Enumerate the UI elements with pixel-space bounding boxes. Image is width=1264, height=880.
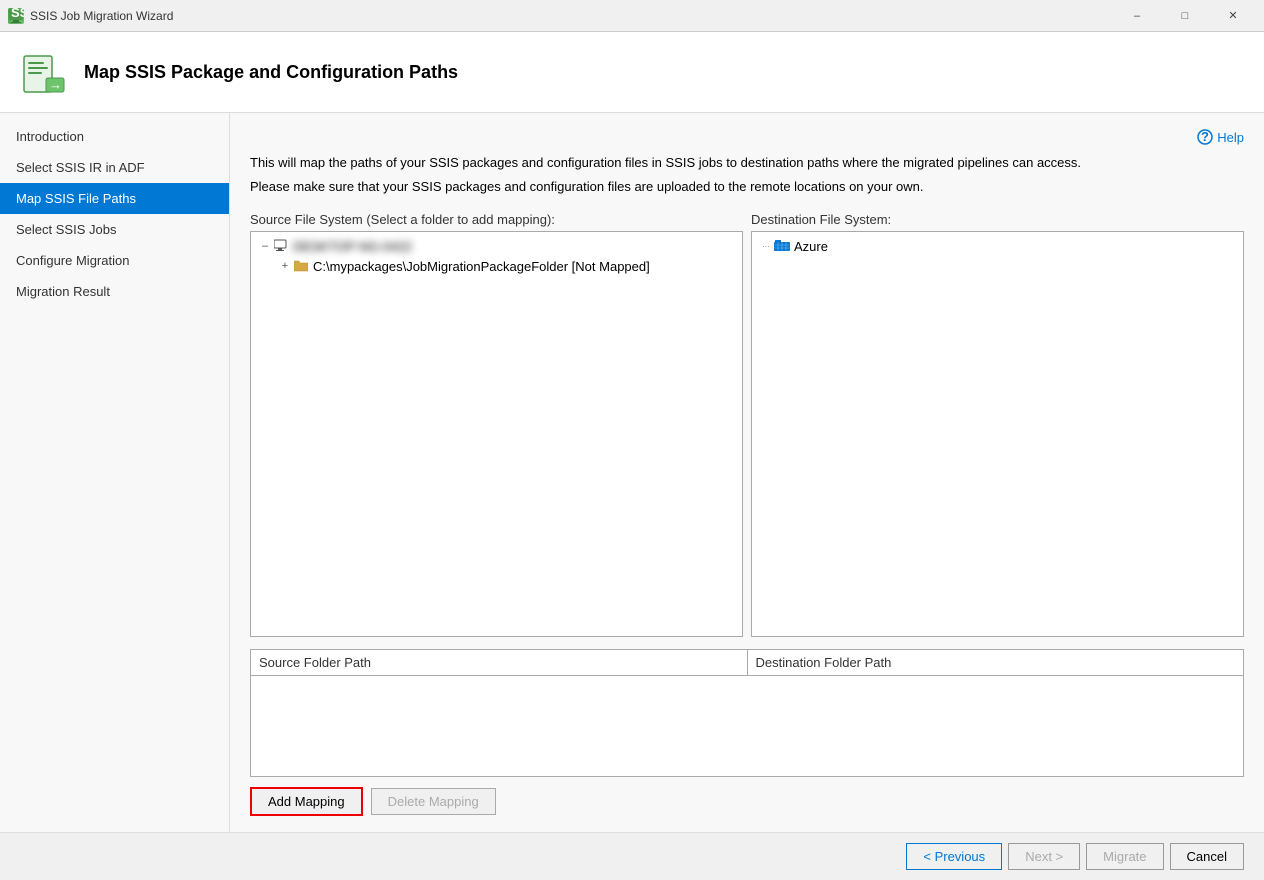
- dest-root-toggle[interactable]: ···: [758, 242, 774, 251]
- source-panel-label: Source File System (Select a folder to a…: [250, 212, 743, 227]
- delete-mapping-button[interactable]: Delete Mapping: [371, 788, 496, 815]
- title-bar: SSIS SSIS Job Migration Wizard – □ ✕: [0, 0, 1264, 32]
- mapping-buttons-row: Add Mapping Delete Mapping: [250, 787, 1244, 816]
- help-link[interactable]: ? Help: [1197, 129, 1244, 145]
- source-panel: Source File System (Select a folder to a…: [250, 212, 743, 637]
- mapping-table-body[interactable]: [251, 676, 1243, 776]
- migrate-button[interactable]: Migrate: [1086, 843, 1163, 870]
- destination-tree[interactable]: ···: [751, 231, 1244, 637]
- main-content: ? Help This will map the paths of your S…: [230, 113, 1264, 832]
- sidebar-item-map-ssis-file-paths[interactable]: Map SSIS File Paths: [0, 183, 229, 214]
- computer-icon: [273, 238, 289, 254]
- sidebar-item-select-ssis-jobs[interactable]: Select SSIS Jobs: [0, 214, 229, 245]
- minimize-button[interactable]: –: [1114, 0, 1160, 32]
- footer: < Previous Next > Migrate Cancel: [0, 832, 1264, 880]
- description-line2: Please make sure that your SSIS packages…: [250, 177, 1244, 197]
- source-tree-root[interactable]: – DESKTOP-NG-0422: [255, 236, 738, 256]
- title-bar-text: SSIS Job Migration Wizard: [30, 9, 1114, 23]
- svg-text:→: →: [49, 77, 62, 92]
- next-button[interactable]: Next >: [1008, 843, 1080, 870]
- panels-row: Source File System (Select a folder to a…: [250, 212, 1244, 637]
- description-line1: This will map the paths of your SSIS pac…: [250, 153, 1244, 173]
- previous-button[interactable]: < Previous: [906, 843, 1002, 870]
- close-button[interactable]: ✕: [1210, 0, 1256, 32]
- azure-icon: [774, 238, 790, 254]
- dialog: → Map SSIS Package and Configuration Pat…: [0, 32, 1264, 880]
- app-icon: SSIS: [8, 8, 24, 24]
- cancel-button[interactable]: Cancel: [1170, 843, 1244, 870]
- source-col-header: Source Folder Path: [251, 650, 748, 675]
- mapping-section: Source Folder Path Destination Folder Pa…: [250, 649, 1244, 777]
- help-icon: ?: [1197, 129, 1213, 145]
- description: This will map the paths of your SSIS pac…: [250, 153, 1244, 200]
- add-mapping-button[interactable]: Add Mapping: [250, 787, 363, 816]
- maximize-button[interactable]: □: [1162, 0, 1208, 32]
- content-area: Introduction Select SSIS IR in ADF Map S…: [0, 113, 1264, 832]
- window-controls: – □ ✕: [1114, 0, 1256, 32]
- header: → Map SSIS Package and Configuration Pat…: [0, 32, 1264, 113]
- destination-panel-label: Destination File System:: [751, 212, 1244, 227]
- destination-tree-root[interactable]: ···: [756, 236, 1239, 256]
- dest-col-header: Destination Folder Path: [748, 650, 1244, 675]
- help-row: ? Help: [250, 129, 1244, 145]
- svg-text:?: ?: [1201, 129, 1209, 144]
- sidebar-item-configure-migration[interactable]: Configure Migration: [0, 245, 229, 276]
- source-tree-root-name: DESKTOP-NG-0422: [293, 239, 412, 254]
- source-tree[interactable]: – DESKTOP-NG-0422: [250, 231, 743, 637]
- destination-tree-root-name: Azure: [794, 239, 828, 254]
- mapping-table-header: Source Folder Path Destination Folder Pa…: [251, 650, 1243, 676]
- help-label: Help: [1217, 130, 1244, 145]
- sidebar-item-introduction[interactable]: Introduction: [0, 121, 229, 152]
- sidebar-item-migration-result[interactable]: Migration Result: [0, 276, 229, 307]
- child-toggle[interactable]: +: [277, 260, 293, 272]
- root-toggle[interactable]: –: [257, 240, 273, 252]
- page-title: Map SSIS Package and Configuration Paths: [84, 62, 458, 83]
- mapping-table: Source Folder Path Destination Folder Pa…: [250, 649, 1244, 777]
- sidebar-item-select-ssis-ir[interactable]: Select SSIS IR in ADF: [0, 152, 229, 183]
- source-tree-child-name: C:\mypackages\JobMigrationPackageFolder …: [313, 259, 650, 274]
- destination-panel: Destination File System: ···: [751, 212, 1244, 637]
- sidebar: Introduction Select SSIS IR in ADF Map S…: [0, 113, 230, 832]
- header-icon: →: [20, 48, 68, 96]
- folder-icon: [293, 258, 309, 274]
- source-tree-child[interactable]: + C:\mypackages\JobMigrationPackageFolde…: [275, 256, 738, 276]
- svg-text:SSIS: SSIS: [11, 8, 24, 20]
